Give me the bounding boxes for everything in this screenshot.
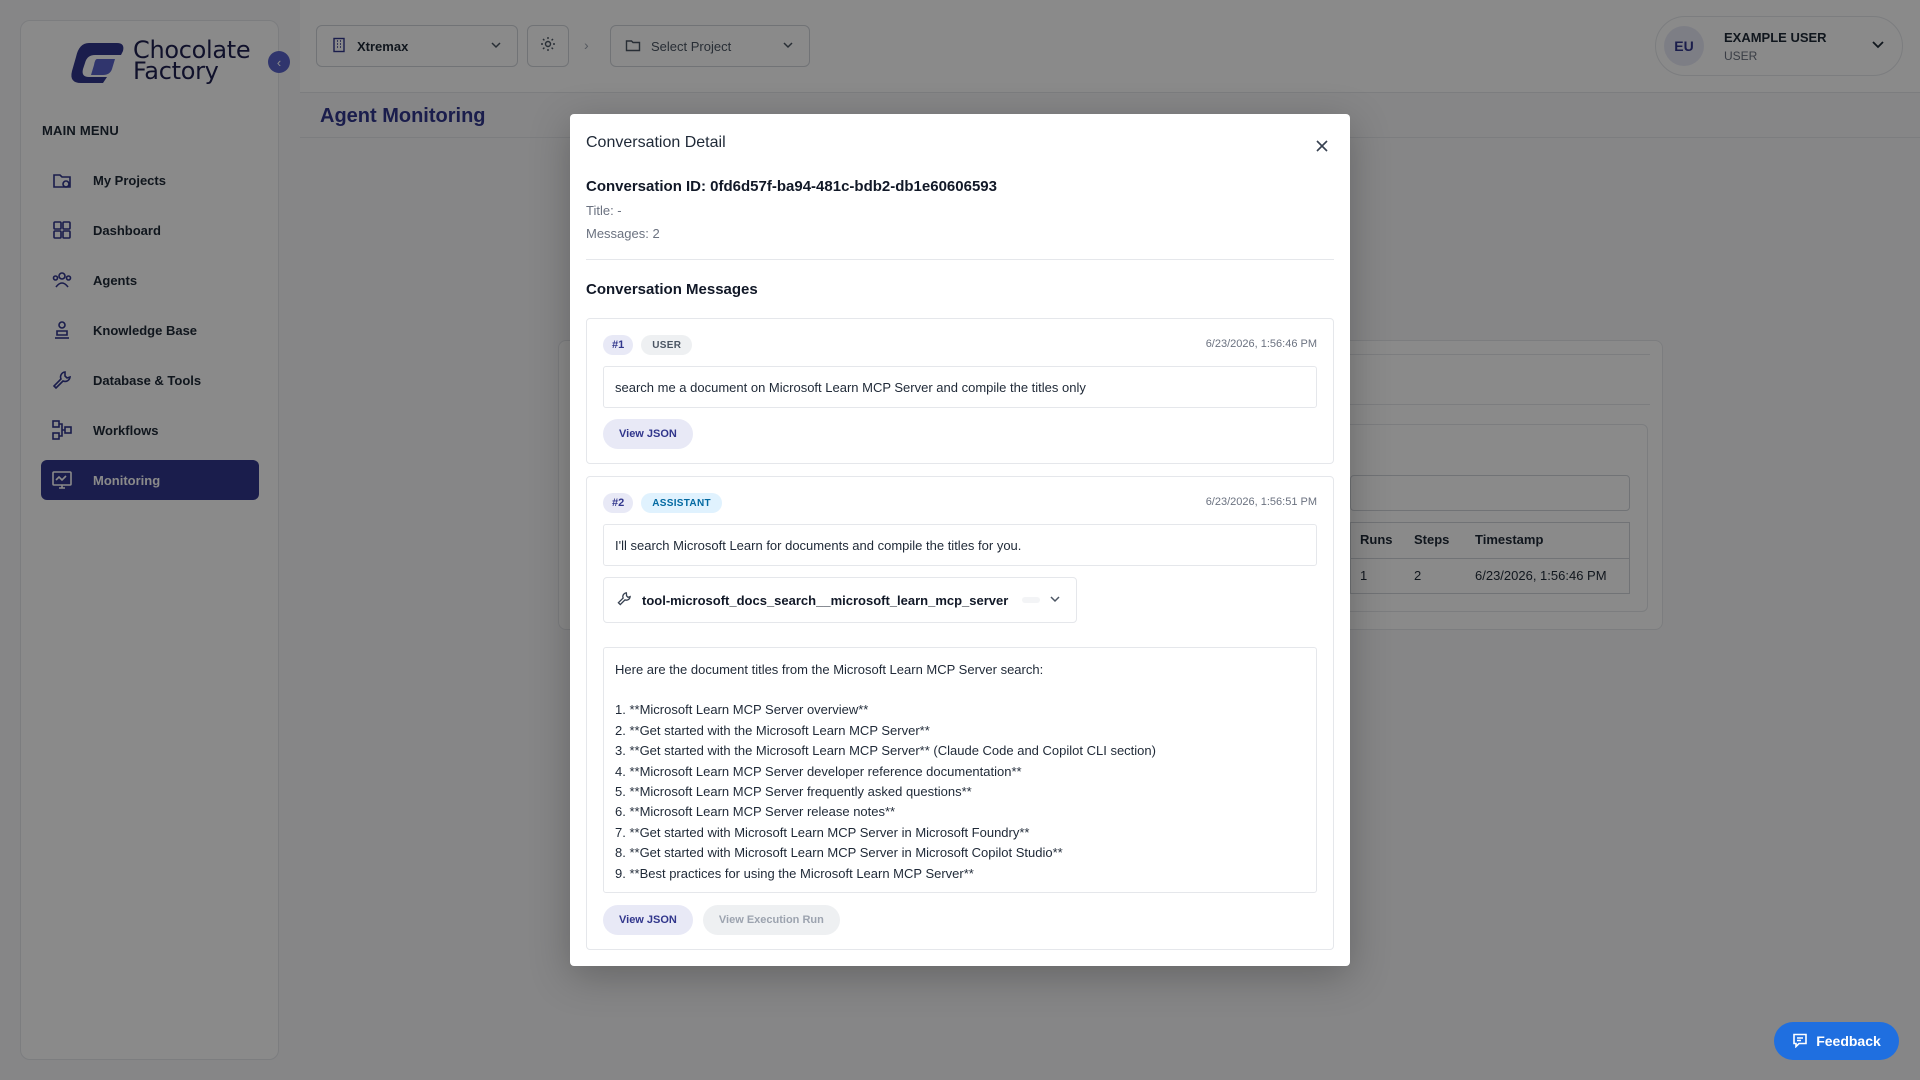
close-button[interactable] [1310, 134, 1334, 158]
modal-header: Conversation Detail [586, 134, 1334, 158]
message-badges: #2 ASSISTANT [603, 493, 722, 513]
close-icon [1316, 140, 1328, 152]
list-item: 3. **Get started with the Microsoft Lear… [615, 743, 1156, 759]
list-item: 2. **Get started with the Microsoft Lear… [615, 722, 930, 738]
section-title: Conversation Messages [586, 281, 758, 298]
list-item: 1. **Microsoft Learn MCP Server overview… [615, 702, 869, 718]
message-card-user: #1 USER 6/23/2026, 1:56:46 PM search me … [586, 318, 1334, 464]
role-badge: ASSISTANT [641, 493, 722, 513]
message-index-badge: #1 [603, 335, 634, 355]
tool-call-accordion[interactable]: tool-microsoft_docs_search__microsoft_le… [603, 577, 1077, 623]
tool-name: tool-microsoft_docs_search__microsoft_le… [642, 592, 1009, 608]
view-json-button[interactable]: View JSON [603, 905, 693, 935]
list-item: 5. **Microsoft Learn MCP Server frequent… [615, 784, 972, 800]
role-badge: USER [641, 335, 693, 355]
message-index-badge: #2 [603, 493, 634, 513]
tool-status-indicator [1022, 597, 1041, 603]
divider [586, 259, 1334, 260]
message-timestamp: 6/23/2026, 1:56:51 PM [1205, 496, 1317, 508]
chevron-down-icon [1048, 592, 1062, 609]
wrench-icon [617, 591, 632, 609]
assistant-response: Here are the document titles from the Mi… [603, 647, 1317, 893]
message-timestamp: 6/23/2026, 1:56:46 PM [1205, 338, 1317, 350]
list-item: 8. **Get started with Microsoft Learn MC… [615, 845, 1063, 861]
conversation-message-count: Messages: 2 [586, 226, 660, 241]
view-execution-run-button[interactable]: View Execution Run [702, 905, 840, 935]
conversation-id: Conversation ID: 0fd6d57f-ba94-481c-bdb2… [586, 178, 997, 195]
list-item: 7. **Get started with Microsoft Learn MC… [615, 824, 1030, 840]
feedback-label: Feedback [1816, 1033, 1881, 1049]
conversation-detail-modal: Conversation Detail Conversation ID: 0fd… [570, 114, 1350, 966]
message-content: search me a document on Microsoft Learn … [603, 366, 1317, 408]
feedback-button[interactable]: Feedback [1774, 1022, 1899, 1060]
conversation-title: Title: - [586, 203, 622, 218]
message-actions: View JSON View Execution Run [603, 905, 840, 935]
response-intro: Here are the document titles from the Mi… [615, 662, 1044, 677]
list-item: 6. **Microsoft Learn MCP Server release … [615, 804, 896, 820]
view-json-button[interactable]: View JSON [603, 419, 693, 449]
message-badges: #1 USER [603, 335, 693, 355]
list-item: 4. **Microsoft Learn MCP Server develope… [615, 763, 1022, 779]
chat-bubble-icon [1792, 1032, 1808, 1051]
message-content: I'll search Microsoft Learn for document… [603, 524, 1317, 566]
message-card-assistant: #2 ASSISTANT 6/23/2026, 1:56:51 PM I'll … [586, 476, 1334, 950]
list-item: 9. **Best practices for using the Micros… [615, 865, 974, 881]
modal-title: Conversation Detail [586, 134, 726, 151]
